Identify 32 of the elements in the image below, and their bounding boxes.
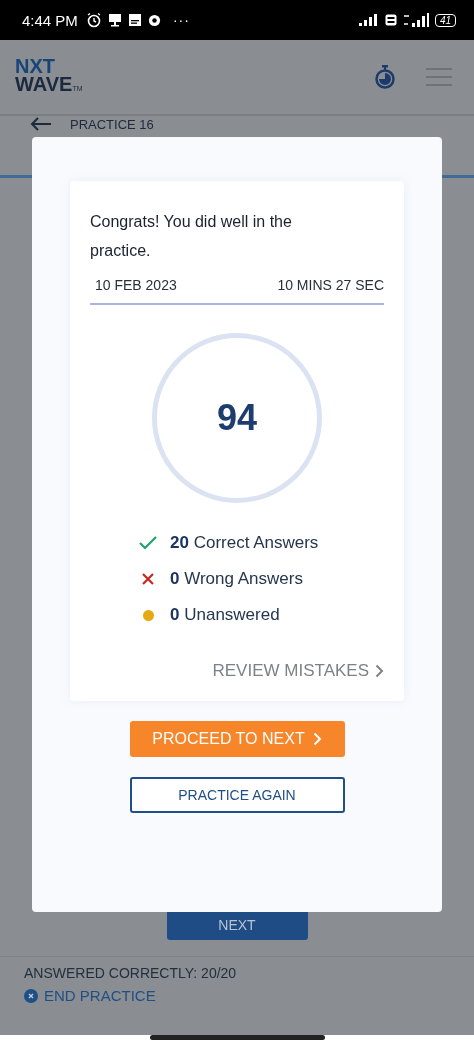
battery-icon: 41 (434, 13, 456, 27)
volte-icon (384, 14, 397, 26)
back-arrow-icon[interactable] (30, 117, 52, 131)
signal-icon (358, 14, 379, 26)
dot-icon (142, 609, 154, 621)
stat-text: 0 Unanswered (170, 605, 280, 625)
practice-again-button[interactable]: PRACTICE AGAIN (129, 777, 345, 813)
answered-count: ANSWERED CORRECTLY: 20/20 (24, 965, 238, 981)
alarm-clock-icon (85, 12, 102, 28)
document-icon (127, 13, 142, 27)
browser-icon (147, 13, 161, 27)
close-icon (24, 988, 38, 1003)
stopwatch-icon[interactable] (374, 65, 396, 89)
score-value: 94 (216, 397, 257, 439)
review-mistakes-link[interactable]: REVIEW MISTAKES (90, 661, 384, 681)
practice-title: PRACTICE 16 (70, 117, 154, 132)
practice-date: 10 FEB 2023 (95, 277, 177, 293)
cross-icon (142, 573, 154, 585)
proceed-button[interactable]: PROCEED TO NEXT (129, 721, 345, 757)
end-practice-link[interactable]: END PRACTICE (24, 987, 450, 1004)
status-time: 4:44 PM (22, 11, 78, 29)
congrats-message: Congrats! You did well in the practice. (90, 212, 293, 261)
next-button[interactable]: NEXT (166, 910, 308, 940)
chevron-right-icon (375, 664, 384, 678)
signal-icon (402, 13, 429, 27)
chevron-right-icon (312, 732, 322, 746)
notification-icon (107, 13, 122, 27)
stat-text: 20 Correct Answers (170, 533, 319, 553)
practice-duration: 10 MINS 27 SEC (277, 277, 384, 293)
more-notifications: ··· (172, 12, 190, 28)
stat-text: 0 Wrong Answers (170, 569, 303, 589)
check-icon (139, 536, 157, 550)
